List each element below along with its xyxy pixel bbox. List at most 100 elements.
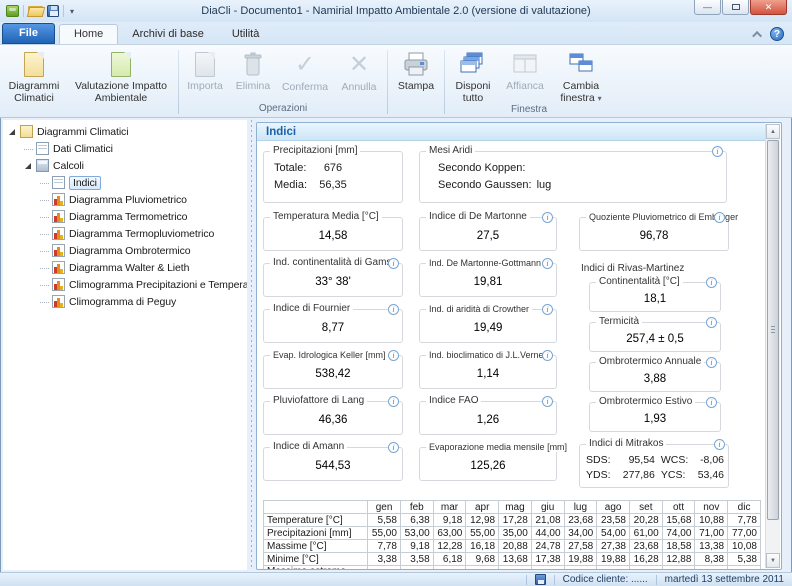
index-column-2: Indice di De Martonne i 27,5 Ind. De Mar…	[419, 217, 557, 488]
tree-item-indici[interactable]: Indici	[3, 174, 247, 191]
table-cell: 7,78	[368, 540, 401, 553]
maximize-button[interactable]	[722, 0, 749, 15]
info-icon[interactable]: i	[706, 317, 717, 328]
tree-item-dati-climatici[interactable]: Dati Climatici	[3, 140, 247, 157]
diagrammi-climatici-button[interactable]: Diagrammi Climatici	[2, 49, 66, 104]
month-header-giu: giu	[531, 501, 564, 514]
info-icon[interactable]: i	[388, 258, 399, 269]
ribbon-group-documents: Diagrammi Climatici Valutazione Impatto …	[2, 47, 176, 117]
tree-item-climogramma-di-peguy[interactable]: Climogramma di Peguy	[3, 293, 247, 310]
info-icon[interactable]: i	[542, 396, 553, 407]
table-cell: 16,28	[629, 553, 662, 566]
tree-item-diagramma-termopluviometrico[interactable]: Diagramma Termopluviometrico	[3, 225, 247, 242]
minimize-button[interactable]: —	[694, 0, 721, 15]
table-cell: 24,78	[531, 540, 564, 553]
panel-splitter[interactable]	[248, 120, 255, 570]
tree-expand-icon[interactable]	[8, 127, 18, 137]
field-value: 53,46	[691, 468, 724, 483]
info-icon[interactable]: i	[542, 304, 553, 315]
stampa-button[interactable]: Stampa	[390, 49, 442, 103]
info-icon[interactable]: i	[712, 146, 723, 157]
info-icon[interactable]: i	[542, 350, 553, 361]
table-cell: 10,08	[728, 540, 761, 553]
box-label: Indice di Fournier	[270, 303, 353, 314]
printer-icon	[403, 52, 429, 77]
valutazione-impatto-ambientale-button[interactable]: Valutazione Impatto Ambientale	[66, 49, 176, 104]
info-icon[interactable]: i	[388, 396, 399, 407]
trash-icon	[243, 52, 263, 77]
table-cell: 3,38	[368, 553, 401, 566]
scrollbar-thumb[interactable]	[767, 140, 779, 520]
chart-icon	[52, 295, 65, 308]
tree-item-diagrammi-climatici[interactable]: Diagrammi Climatici	[3, 123, 247, 140]
table-cell: 15,38	[728, 566, 761, 570]
box-keller: Evap. Idrologica Keller [mm] i 538,42	[263, 355, 403, 389]
box-label: Ind. De Martonne-Gottmann	[426, 258, 544, 268]
close-button[interactable]: ✕	[750, 0, 787, 15]
tree-expand-icon[interactable]	[24, 161, 34, 171]
elimina-button[interactable]: Elimina	[229, 49, 277, 103]
info-icon[interactable]: i	[706, 397, 717, 408]
tree-connector	[40, 212, 50, 222]
field-value: 95,54	[615, 453, 655, 468]
doc-yellow-icon	[20, 125, 33, 138]
table-cell: 61,00	[629, 527, 662, 540]
tree-connector	[40, 195, 50, 205]
vertical-scrollbar[interactable]: ▲ ▼	[765, 124, 780, 568]
info-icon[interactable]: i	[706, 277, 717, 288]
box-value: 544,53	[264, 448, 402, 480]
scroll-down-button[interactable]: ▼	[766, 553, 780, 568]
table-cell: 35,00	[499, 527, 532, 540]
info-icon[interactable]: i	[706, 357, 717, 368]
info-icon[interactable]: i	[388, 442, 399, 453]
status-date: martedì 13 settembre 2011	[665, 574, 784, 585]
button-label: Elimina	[236, 80, 270, 92]
doc-white-icon	[52, 176, 65, 189]
tree-item-diagramma-walter-lieth[interactable]: Diagramma Walter & Lieth	[3, 259, 247, 276]
group-title: Indici di Rivas-Martinez	[581, 263, 729, 274]
cambia-finestra-button[interactable]: Cambia finestra ▾	[551, 49, 611, 104]
tree-connector	[40, 297, 50, 307]
table-cell: 9,68	[466, 553, 499, 566]
table-cell: 23,68	[629, 540, 662, 553]
tree-item-diagramma-termometrico[interactable]: Diagramma Termometrico	[3, 208, 247, 225]
index-column-3: Quoziente Pluviometrico di Emberger i 96…	[579, 217, 729, 488]
tree-item-diagramma-pluviometrico[interactable]: Diagramma Pluviometrico	[3, 191, 247, 208]
table-row-temperature-c: Temperature [°C]5,586,389,1812,9817,2821…	[264, 514, 761, 527]
conferma-button[interactable]: ✓ Conferma	[277, 49, 333, 103]
tab-archivi-di-base[interactable]: Archivi di base	[118, 25, 218, 44]
switch-windows-icon	[568, 52, 594, 77]
info-icon[interactable]: i	[714, 439, 725, 450]
info-icon[interactable]: i	[388, 304, 399, 315]
info-icon[interactable]: i	[542, 212, 553, 223]
ribbon-group-finestra: Disponi tutto Affianca Cambia finestra ▾…	[447, 47, 611, 117]
month-header-gen: gen	[368, 501, 401, 514]
tab-utilita[interactable]: Utilità	[218, 25, 274, 44]
scroll-up-button[interactable]: ▲	[766, 124, 780, 139]
collapse-ribbon-icon[interactable]	[752, 30, 762, 40]
affianca-button[interactable]: Affianca	[499, 49, 551, 104]
info-icon[interactable]: i	[388, 350, 399, 361]
box-label: Termicità	[596, 316, 642, 327]
annulla-button[interactable]: ✕ Annulla	[333, 49, 385, 103]
info-icon[interactable]: i	[714, 212, 725, 223]
row-label: Temperature [°C]	[264, 514, 368, 527]
table-cell: 74,00	[662, 527, 695, 540]
box-fao: Indice FAO i 1,26	[419, 401, 557, 435]
disponi-tutto-button[interactable]: Disponi tutto	[447, 49, 499, 104]
tree-item-climogramma-precipitazioni-e-temperature[interactable]: Climogramma Precipitazioni e Temperature	[3, 276, 247, 293]
month-header-set: set	[629, 501, 662, 514]
help-icon[interactable]: ?	[770, 27, 784, 41]
importa-button[interactable]: Importa	[181, 49, 229, 103]
panel-title: Indici	[257, 123, 765, 141]
tree-item-diagramma-ombrotermico[interactable]: Diagramma Ombrotermico	[3, 242, 247, 259]
tab-home[interactable]: Home	[59, 24, 118, 44]
tab-file[interactable]: File	[2, 23, 55, 44]
tree-item-calcoli[interactable]: Calcoli	[3, 157, 247, 174]
box-value: 19,49	[420, 310, 556, 342]
box-value: 96,78	[580, 218, 728, 250]
info-icon[interactable]: i	[542, 258, 553, 269]
tree-item-label: Diagramma Ombrotermico	[69, 245, 191, 257]
box-gams: Ind. continentalità di Gams i 33° 38'	[263, 263, 403, 297]
table-cell: 18,38	[433, 566, 466, 570]
